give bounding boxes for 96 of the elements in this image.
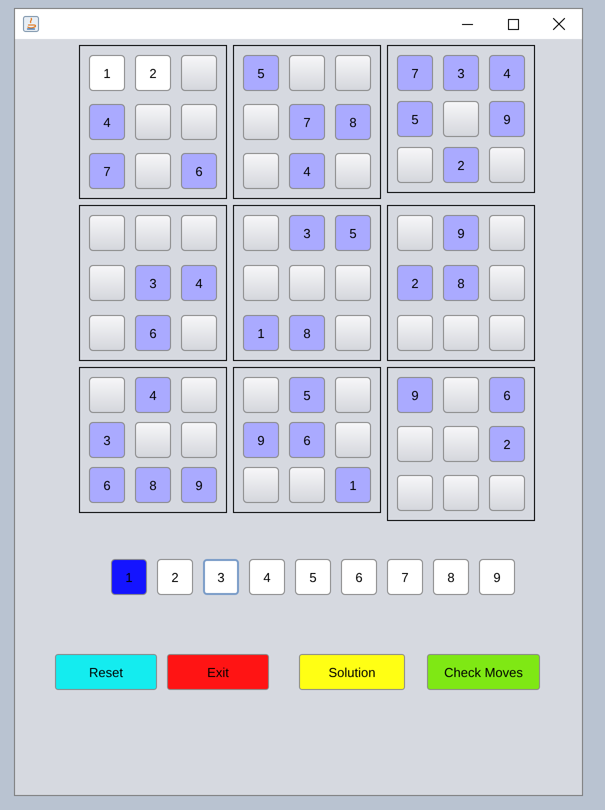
action-button[interactable]: Exit: [167, 654, 269, 690]
sudoku-cell[interactable]: [397, 475, 433, 511]
sudoku-cell[interactable]: [489, 475, 525, 511]
sudoku-cell[interactable]: 7: [289, 104, 325, 140]
sudoku-cell[interactable]: [443, 377, 479, 413]
number-button[interactable]: 2: [157, 559, 193, 595]
sudoku-cell[interactable]: 5: [289, 377, 325, 413]
sudoku-cell[interactable]: [397, 147, 433, 183]
sudoku-cell[interactable]: [335, 265, 371, 301]
sudoku-cell[interactable]: 4: [181, 265, 217, 301]
number-button[interactable]: 9: [479, 559, 515, 595]
sudoku-cell[interactable]: 4: [135, 377, 171, 413]
sudoku-cell[interactable]: [489, 215, 525, 251]
sudoku-cell[interactable]: 7: [397, 55, 433, 91]
sudoku-cell[interactable]: 1: [89, 55, 125, 91]
number-button[interactable]: 4: [249, 559, 285, 595]
number-button[interactable]: 5: [295, 559, 331, 595]
sudoku-cell[interactable]: [243, 467, 279, 503]
sudoku-cell[interactable]: 8: [335, 104, 371, 140]
sudoku-cell[interactable]: [243, 377, 279, 413]
sudoku-cell[interactable]: 4: [489, 55, 525, 91]
sudoku-cell[interactable]: 5: [397, 101, 433, 137]
sudoku-cell[interactable]: 6: [289, 422, 325, 458]
sudoku-cell[interactable]: [397, 215, 433, 251]
sudoku-cell[interactable]: [243, 215, 279, 251]
sudoku-cell[interactable]: [243, 153, 279, 189]
sudoku-cell[interactable]: [397, 315, 433, 351]
sudoku-cell[interactable]: 2: [397, 265, 433, 301]
sudoku-cell[interactable]: 2: [443, 147, 479, 183]
sudoku-cell[interactable]: [89, 265, 125, 301]
sudoku-cell[interactable]: [489, 147, 525, 183]
sudoku-cell[interactable]: [443, 475, 479, 511]
sudoku-cell[interactable]: [397, 426, 433, 462]
sudoku-cell[interactable]: 9: [397, 377, 433, 413]
sudoku-cell[interactable]: 1: [335, 467, 371, 503]
sudoku-cell[interactable]: 3: [135, 265, 171, 301]
sudoku-cell[interactable]: 5: [243, 55, 279, 91]
sudoku-cell[interactable]: [135, 215, 171, 251]
sudoku-cell[interactable]: [181, 422, 217, 458]
sudoku-cell[interactable]: 2: [489, 426, 525, 462]
sudoku-cell[interactable]: [443, 426, 479, 462]
sudoku-cell[interactable]: 5: [335, 215, 371, 251]
sudoku-cell[interactable]: [489, 315, 525, 351]
sudoku-cell[interactable]: [243, 265, 279, 301]
sudoku-cell[interactable]: 4: [289, 153, 325, 189]
sudoku-cell[interactable]: 8: [289, 315, 325, 351]
sudoku-cell[interactable]: 8: [443, 265, 479, 301]
sudoku-cell[interactable]: [181, 55, 217, 91]
sudoku-cell[interactable]: 1: [243, 315, 279, 351]
number-button[interactable]: 7: [387, 559, 423, 595]
close-icon[interactable]: [553, 18, 565, 30]
sudoku-cell[interactable]: 3: [89, 422, 125, 458]
sudoku-cell[interactable]: [289, 265, 325, 301]
sudoku-cell[interactable]: 6: [89, 467, 125, 503]
sudoku-cell[interactable]: [181, 377, 217, 413]
number-button[interactable]: 8: [433, 559, 469, 595]
sudoku-cell[interactable]: 9: [243, 422, 279, 458]
sudoku-cell[interactable]: 3: [443, 55, 479, 91]
sudoku-cell[interactable]: [489, 265, 525, 301]
sudoku-cell[interactable]: 3: [289, 215, 325, 251]
sudoku-cell[interactable]: 4: [89, 104, 125, 140]
sudoku-cell[interactable]: [443, 101, 479, 137]
sudoku-cell[interactable]: [89, 377, 125, 413]
sudoku-cell[interactable]: 6: [181, 153, 217, 189]
sudoku-cell[interactable]: [89, 215, 125, 251]
sudoku-cell[interactable]: [335, 422, 371, 458]
sudoku-cell[interactable]: 9: [443, 215, 479, 251]
sudoku-cell[interactable]: 9: [489, 101, 525, 137]
sudoku-cell[interactable]: [181, 315, 217, 351]
sudoku-cell[interactable]: 9: [181, 467, 217, 503]
sudoku-cell[interactable]: [181, 104, 217, 140]
sudoku-cell[interactable]: 6: [489, 377, 525, 413]
sudoku-cell[interactable]: [243, 104, 279, 140]
action-button[interactable]: Solution: [299, 654, 405, 690]
sudoku-cell[interactable]: [289, 55, 325, 91]
action-button[interactable]: Check Moves: [427, 654, 540, 690]
sudoku-cell[interactable]: [443, 315, 479, 351]
sudoku-cell[interactable]: 8: [135, 467, 171, 503]
maximize-icon[interactable]: [508, 18, 518, 30]
number-button[interactable]: 6: [341, 559, 377, 595]
sudoku-cell[interactable]: 6: [135, 315, 171, 351]
sudoku-cell[interactable]: [135, 153, 171, 189]
number-button[interactable]: 3: [203, 559, 239, 595]
sudoku-cell[interactable]: [135, 104, 171, 140]
action-button[interactable]: Reset: [55, 654, 157, 690]
sudoku-cell[interactable]: [335, 315, 371, 351]
sudoku-cell[interactable]: [181, 215, 217, 251]
sudoku-cell[interactable]: [135, 422, 171, 458]
app-icon: [23, 16, 39, 32]
sudoku-cell[interactable]: 7: [89, 153, 125, 189]
sudoku-cell[interactable]: [335, 153, 371, 189]
sudoku-cell[interactable]: [89, 315, 125, 351]
sudoku-cell[interactable]: [335, 377, 371, 413]
sudoku-cell[interactable]: [335, 55, 371, 91]
sudoku-cell[interactable]: 2: [135, 55, 171, 91]
sudoku-cell[interactable]: [289, 467, 325, 503]
